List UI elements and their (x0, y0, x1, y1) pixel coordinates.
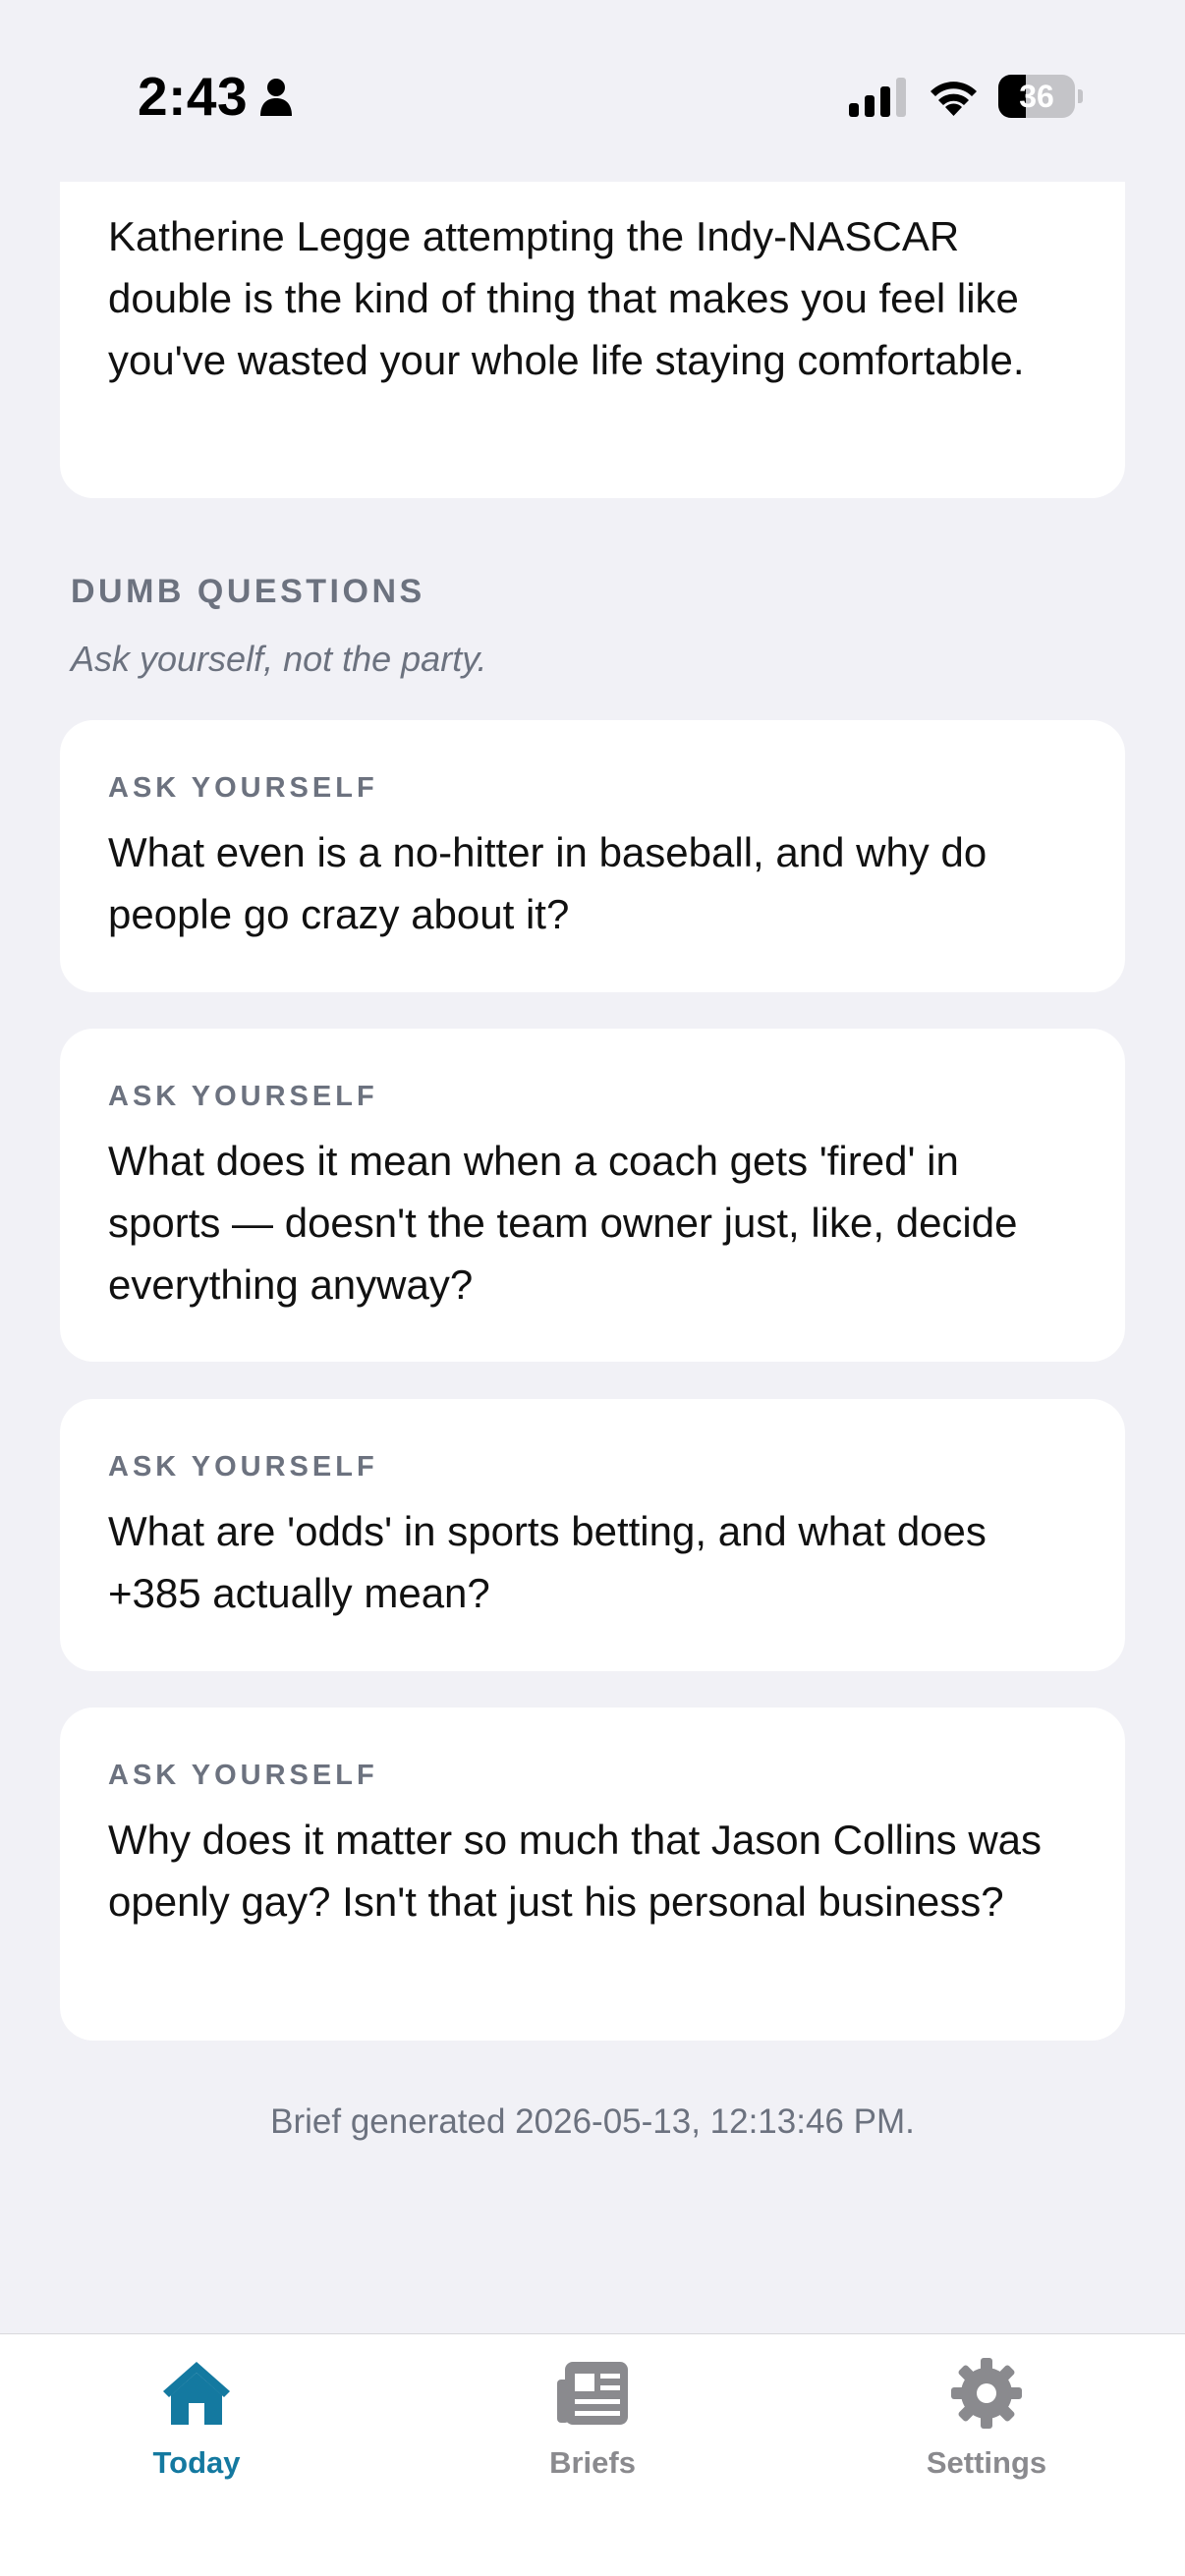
person-icon (260, 79, 292, 116)
wifi-icon (931, 82, 977, 116)
brief-scroll-view[interactable]: Katherine Legge attempting the Indy-NASC… (0, 0, 1185, 2333)
newspaper-icon (557, 2362, 628, 2425)
question-card: ASK YOURSELF What does it mean when a co… (60, 1029, 1125, 1362)
generated-timestamp: Brief generated 2026-05-13, 12:13:46 PM. (270, 2102, 915, 2141)
question-card: ASK YOURSELF What are 'odds' in sports b… (60, 1399, 1125, 1671)
gear-icon (951, 2358, 1022, 2429)
cellular-signal-icon (849, 78, 906, 117)
tab-label: Today (152, 2445, 241, 2480)
battery-icon: 36 (998, 75, 1083, 118)
section-title: DUMB QUESTIONS (71, 573, 425, 610)
question-card: ASK YOURSELF Why does it matter so much … (60, 1708, 1125, 2041)
battery-percent: 36 (1019, 79, 1054, 114)
section-subtitle: Ask yourself, not the party. (71, 639, 487, 679)
question-label: ASK YOURSELF (108, 1760, 378, 1791)
question-text: What are 'odds' in sports betting, and w… (108, 1508, 987, 1616)
question-card: ASK YOURSELF What even is a no-hitter in… (60, 720, 1125, 992)
question-text: What even is a no-hitter in baseball, an… (108, 829, 988, 937)
takeaway-text: Katherine Legge attempting the Indy-NASC… (108, 213, 1025, 383)
tab-bar: Today Briefs Settings (0, 2333, 1185, 2576)
question-label: ASK YOURSELF (108, 1081, 378, 1112)
tab-today[interactable]: Today (79, 2356, 314, 2493)
takeaway-card: Katherine Legge attempting the Indy-NASC… (60, 147, 1125, 498)
house-icon (163, 2362, 230, 2425)
tab-label: Settings (926, 2445, 1047, 2480)
tab-settings[interactable]: Settings (869, 2356, 1104, 2493)
tab-label: Briefs (549, 2445, 636, 2480)
app-screen: Katherine Legge attempting the Indy-NASC… (0, 0, 1185, 2576)
question-text: Why does it matter so much that Jason Co… (108, 1817, 1043, 1925)
tab-briefs[interactable]: Briefs (475, 2356, 710, 2493)
question-label: ASK YOURSELF (108, 772, 378, 804)
status-bar: 2:43 36 (0, 0, 1185, 182)
question-text: What does it mean when a coach gets 'fir… (108, 1138, 1018, 1308)
question-label: ASK YOURSELF (108, 1451, 378, 1483)
status-time: 2:43 (138, 66, 249, 127)
